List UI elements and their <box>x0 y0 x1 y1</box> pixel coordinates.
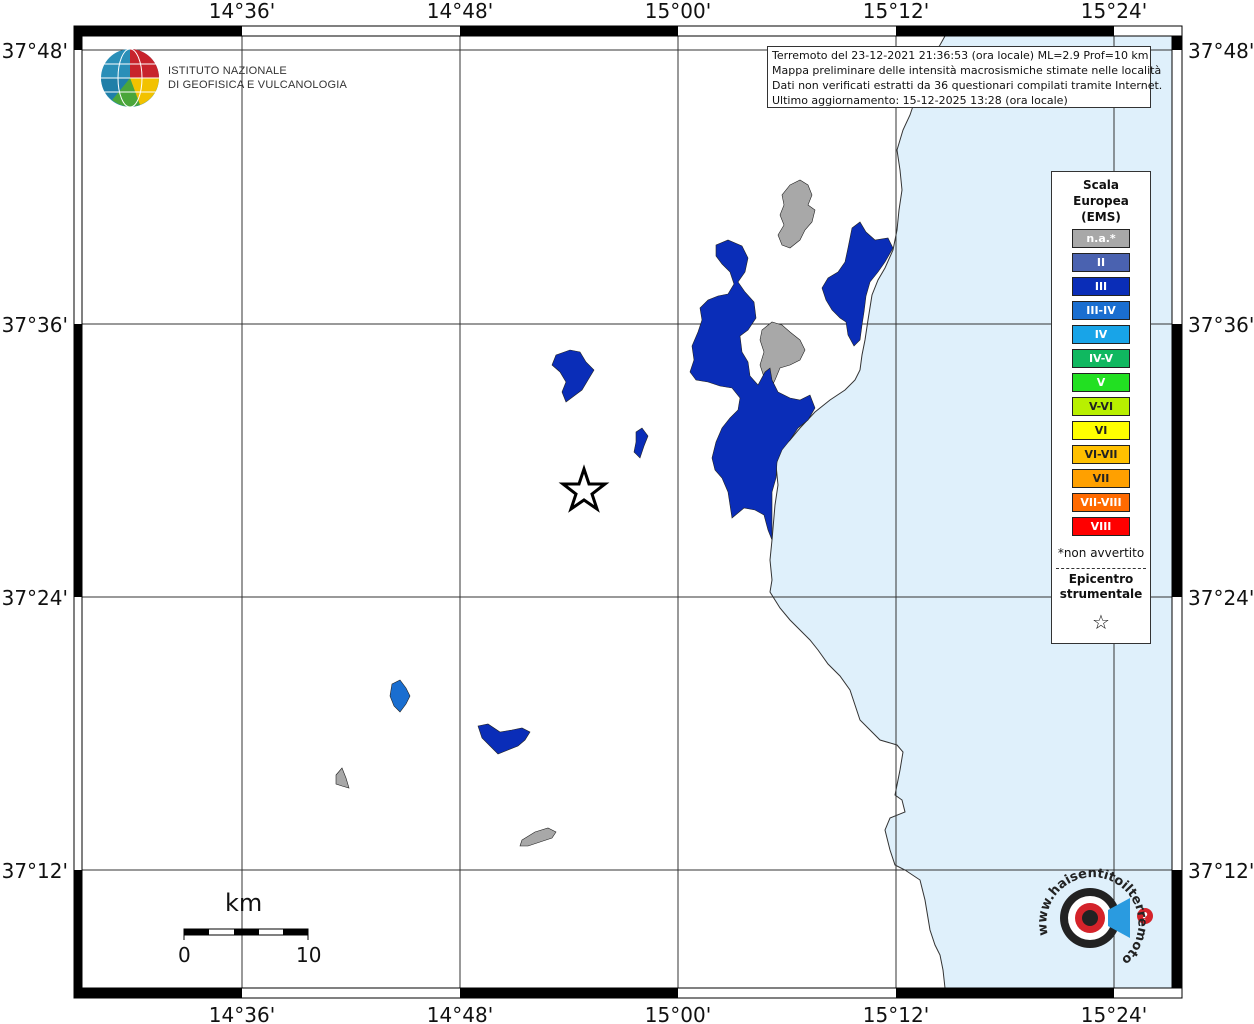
legend-note: *non avvertito <box>1057 546 1145 560</box>
scale-start-label: 0 <box>178 943 191 967</box>
legend-item: VII-VIII <box>1072 493 1130 512</box>
legend-title-line: (EMS) <box>1081 210 1121 224</box>
legend-epicentre-line: strumentale <box>1059 587 1143 601</box>
lat-label-left: 37°36' <box>2 313 68 337</box>
legend-item: VI <box>1072 421 1130 440</box>
legend-item: IV <box>1072 325 1130 344</box>
lon-label-bottom: 15°00' <box>645 1003 711 1024</box>
event-info-line: Ultimo aggiornamento: 15-12-2025 13:28 (… <box>772 94 1068 107</box>
legend-title-line: Scala <box>1082 178 1120 192</box>
event-info-line: Dati non verificati estratti da 36 quest… <box>772 79 1163 92</box>
lon-label-top: 15°12' <box>863 0 929 23</box>
latitude-labels-left: 37°48' 37°36' 37°24' 37°12' <box>2 39 68 883</box>
event-info-line: Mappa preliminare delle intensità macros… <box>772 64 1162 77</box>
legend-item: VII <box>1072 469 1130 488</box>
ems-legend: Scala Europea (EMS) n.a.* II III III-IV IV IV… <box>1051 171 1151 644</box>
scale-end-label: 10 <box>296 943 322 967</box>
legend-item: III <box>1072 277 1130 296</box>
legend-epicentre-label: Epicentro strumentale <box>1052 572 1150 602</box>
lon-label-top: 15°00' <box>645 0 711 23</box>
ingv-logo-icon <box>101 48 159 108</box>
lon-label-bottom: 15°12' <box>863 1003 929 1024</box>
legend-item: IV-V <box>1072 349 1130 368</box>
longitude-labels-bottom: 14°36' 14°48' 15°00' 15°12' 15°24' <box>209 1003 1147 1024</box>
lat-label-right: 37°36' <box>1188 313 1254 337</box>
institute-line1: ISTITUTO NAZIONALE <box>168 65 287 77</box>
lat-label-right: 37°12' <box>1188 859 1254 883</box>
lat-label-left: 37°24' <box>2 586 68 610</box>
legend-item: VIII <box>1072 517 1130 536</box>
lat-label-right: 37°48' <box>1188 39 1254 63</box>
lon-label-bottom: 14°48' <box>427 1003 493 1024</box>
legend-item: V-VI <box>1072 397 1130 416</box>
legend-item: n.a.* <box>1072 229 1130 248</box>
event-info-box: Terremoto del 23-12-2021 21:36:53 (ora l… <box>767 46 1163 108</box>
legend-item: V <box>1072 373 1130 392</box>
ingv-logo-text: ISTITUTO NAZIONALE DI GEOFISICA E VULCAN… <box>168 64 347 92</box>
legend-item: III-IV <box>1072 301 1130 320</box>
legend-item: II <box>1072 253 1130 272</box>
event-info-line: Terremoto del 23-12-2021 21:36:53 (ora l… <box>772 49 1149 62</box>
legend-title-line: Europea <box>1073 194 1129 208</box>
legend-epicentre-line: Epicentro <box>1068 572 1134 586</box>
lat-label-left: 37°48' <box>2 39 68 63</box>
lat-label-left: 37°12' <box>2 859 68 883</box>
latitude-labels-right: 37°48' 37°36' 37°24' 37°12' <box>1188 39 1254 883</box>
institute-line2: DI GEOFISICA E VULCANOLOGIA <box>168 79 347 91</box>
longitude-labels-top: 14°36' 14°48' 15°00' 15°12' 15°24' <box>209 0 1147 23</box>
lon-label-bottom: 14°36' <box>209 1003 275 1024</box>
legend-title: Scala Europea (EMS) <box>1052 177 1150 225</box>
lon-label-top: 15°24' <box>1081 0 1147 23</box>
legend-item: VI-VII <box>1072 445 1130 464</box>
lat-label-right: 37°24' <box>1188 586 1254 610</box>
legend-star-icon: ☆ <box>1092 610 1110 634</box>
lon-label-top: 14°48' <box>427 0 493 23</box>
scale-unit: km <box>225 889 263 917</box>
legend-separator <box>1056 568 1146 569</box>
lon-label-top: 14°36' <box>209 0 275 23</box>
lon-label-bottom: 15°24' <box>1081 1003 1147 1024</box>
